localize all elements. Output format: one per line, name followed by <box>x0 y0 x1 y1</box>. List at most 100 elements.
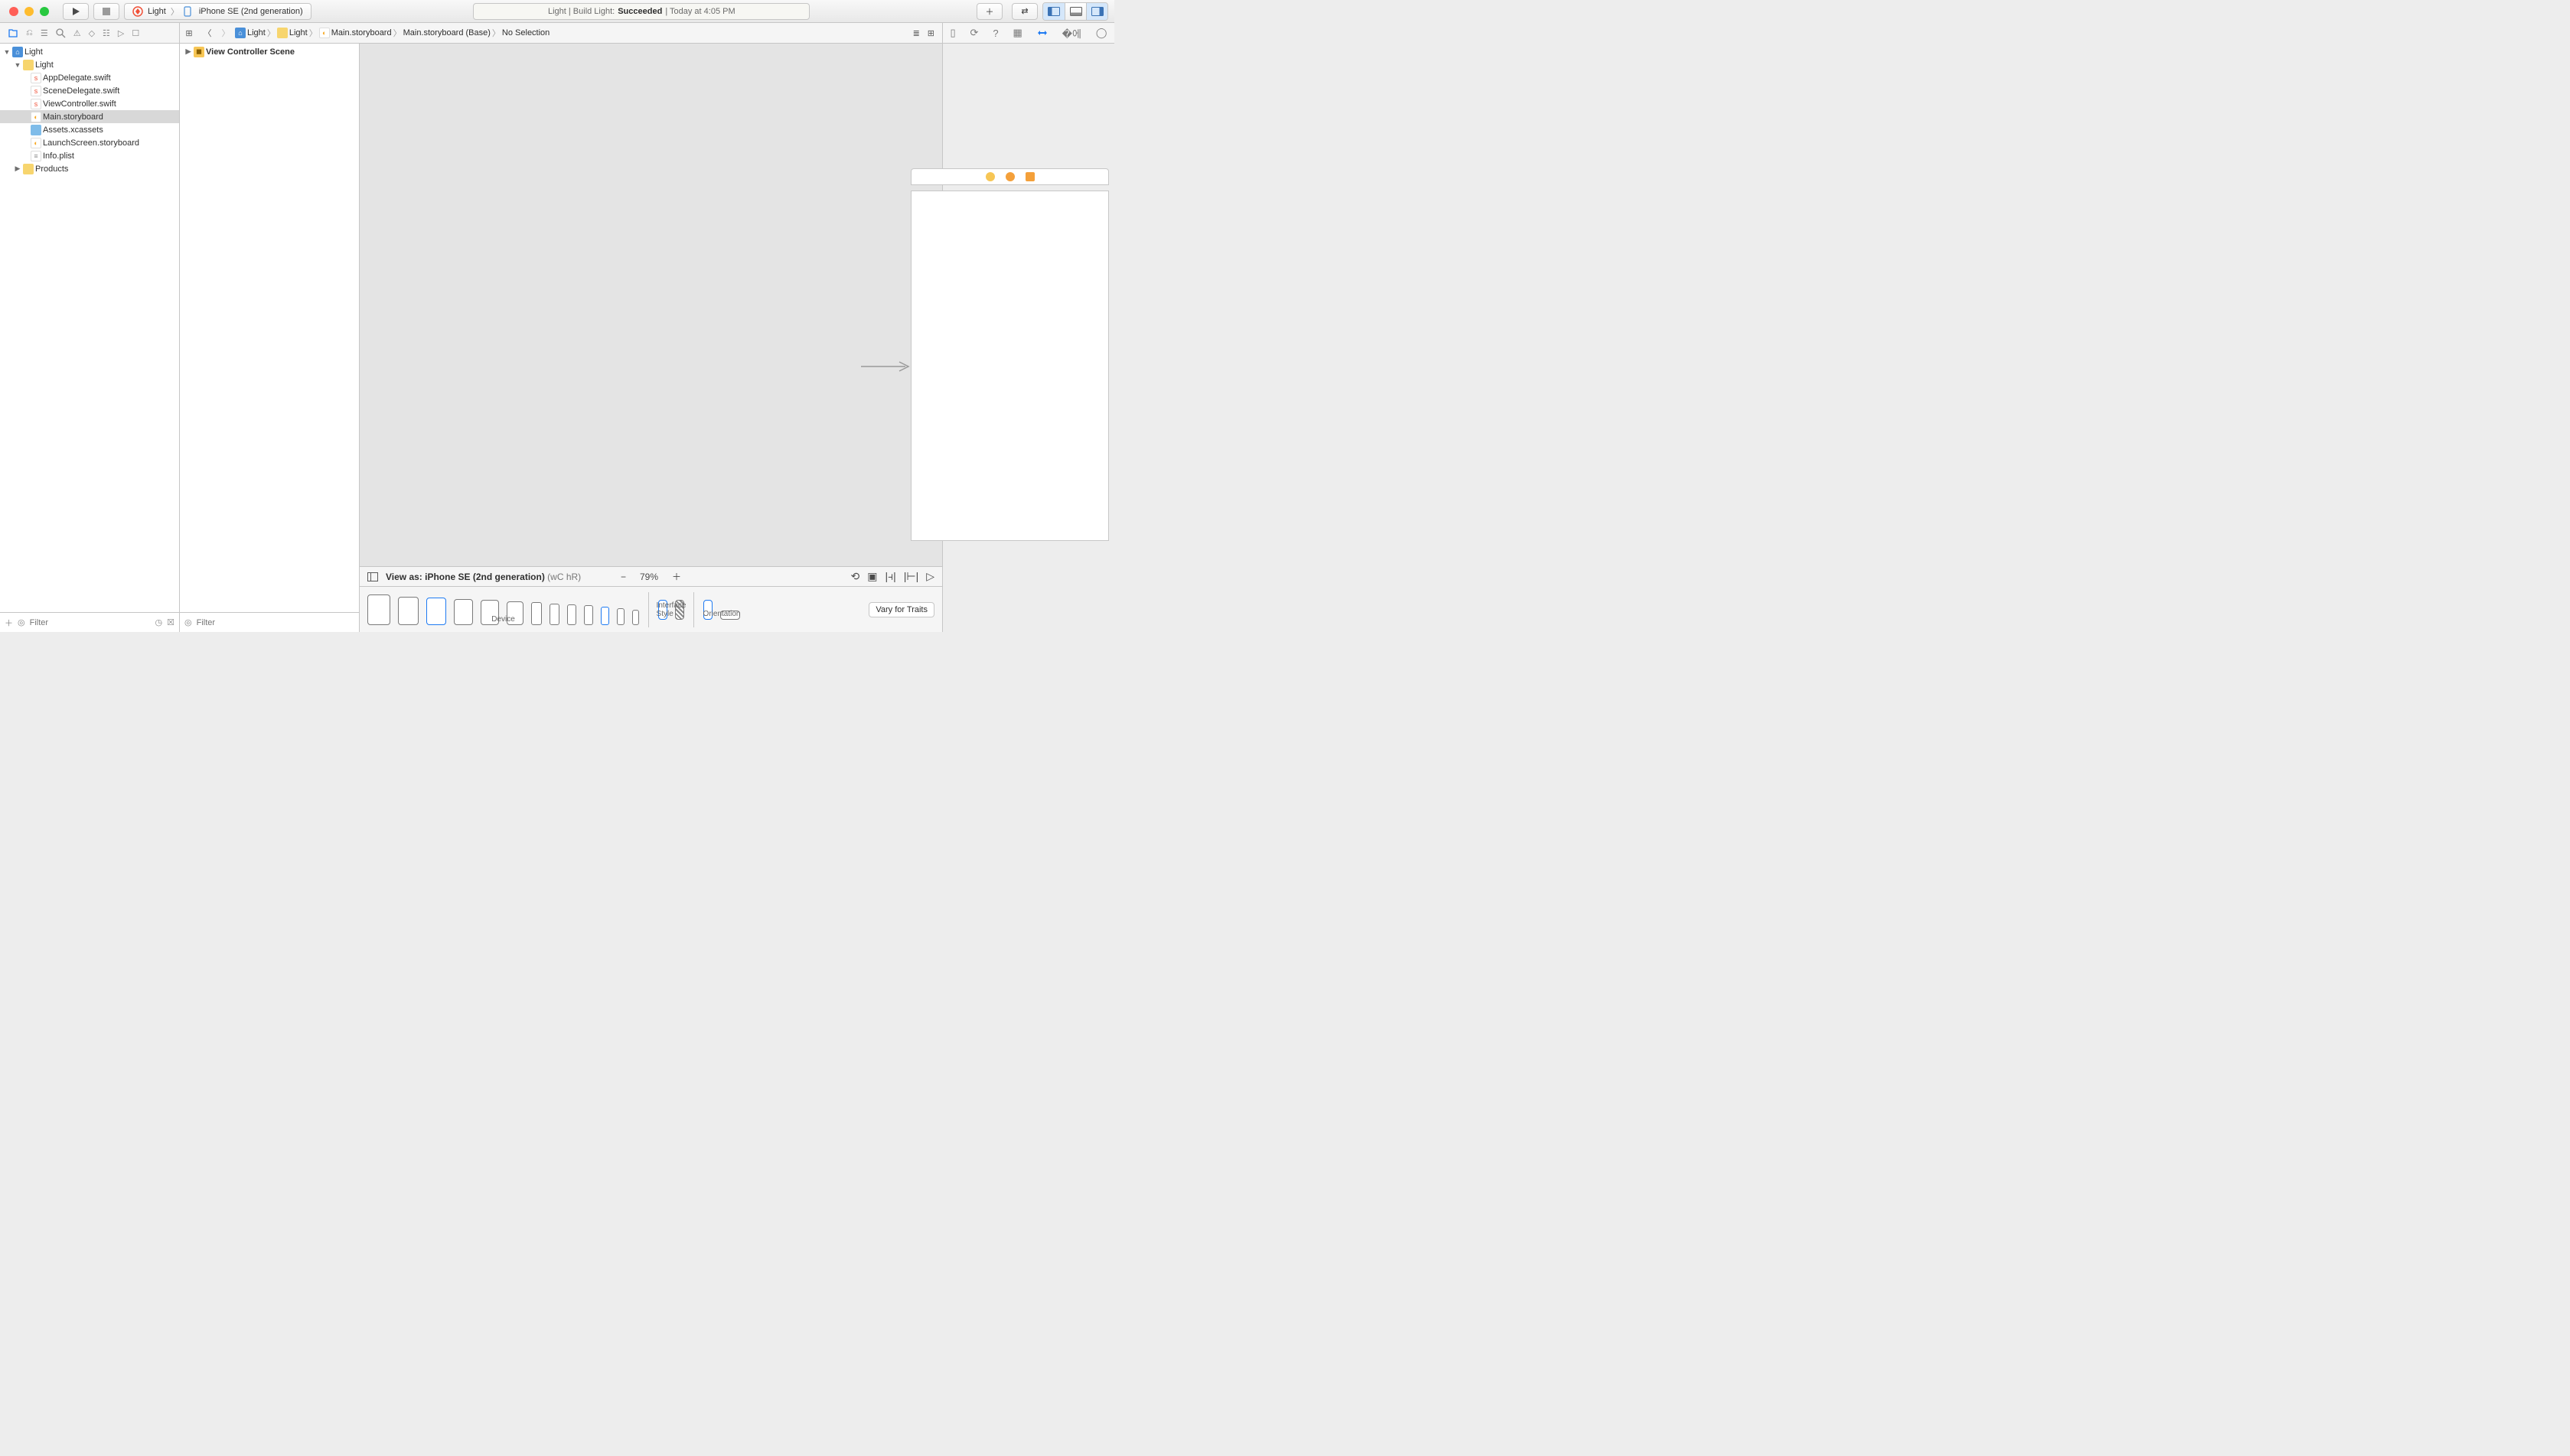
nav-back-button[interactable]: 〈 <box>198 27 217 39</box>
device-iphone-8[interactable] <box>617 608 625 625</box>
device-iphone-11[interactable] <box>550 604 559 625</box>
crumb-0[interactable]: Light <box>247 28 266 37</box>
file-row[interactable]: sViewController.swift <box>0 97 179 110</box>
history-inspector-icon[interactable]: ⟳ <box>970 27 979 39</box>
crumb-1[interactable]: Light <box>289 28 308 37</box>
minimize-window-icon[interactable] <box>24 7 34 16</box>
issue-nav-icon[interactable]: ⚠ <box>73 28 81 38</box>
debug-nav-icon[interactable]: ☷ <box>103 28 110 38</box>
code-review-button[interactable]: ⇄ <box>1012 3 1038 20</box>
test-nav-icon[interactable]: ◇ <box>89 28 95 38</box>
recent-filter-icon[interactable]: ◷ <box>155 617 163 627</box>
align-icon[interactable]: |⫞| <box>885 570 895 583</box>
vary-for-traits-button[interactable]: Vary for Traits <box>869 602 934 617</box>
navigator-filter-input[interactable] <box>30 618 151 627</box>
titlebar: Light 〉 iPhone SE (2nd generation) Light… <box>0 0 1114 23</box>
zoom-in-button[interactable]: ＋ <box>672 570 681 583</box>
canvas-scroll[interactable] <box>360 44 942 566</box>
storyboard-canvas[interactable]: View as: iPhone SE (2nd generation) (wC … <box>360 44 942 632</box>
device-ipad[interactable] <box>454 599 473 625</box>
report-nav-icon[interactable]: ☐ <box>132 28 139 38</box>
device-iphone-max[interactable] <box>531 602 542 625</box>
exit-object-icon[interactable] <box>1026 172 1035 181</box>
first-responder-object-icon[interactable] <box>1006 172 1015 181</box>
crumb-4[interactable]: No Selection <box>502 28 550 37</box>
file-row[interactable]: ≡Info.plist <box>0 149 179 162</box>
outline-filter-input[interactable] <box>197 618 354 627</box>
symbol-nav-icon[interactable]: ☰ <box>41 28 48 38</box>
breakpoint-nav-icon[interactable]: ▷ <box>118 28 124 38</box>
view-as-label[interactable]: View as: iPhone SE (2nd generation) (wC … <box>386 572 581 582</box>
zoom-level[interactable]: 79% <box>640 572 658 582</box>
close-window-icon[interactable] <box>9 7 18 16</box>
view-controller-object-icon[interactable] <box>986 172 995 181</box>
outline-filter-icon[interactable]: ◎ <box>184 617 192 627</box>
attributes-inspector-icon[interactable] <box>1037 28 1048 38</box>
editor-bar: ⊞ 〈 〉 ⌂ Light〉 Light〉 ◐ Main.storyboard〉… <box>180 23 942 43</box>
editor-options-icon[interactable]: ≣ <box>913 28 920 38</box>
sb-file-icon: ◐ <box>31 112 41 122</box>
scene-dock[interactable] <box>911 168 1109 185</box>
device-iphone-se[interactable] <box>601 607 609 625</box>
help-inspector-icon[interactable]: ? <box>993 28 998 39</box>
file-row[interactable]: sSceneDelegate.swift <box>0 84 179 97</box>
status-prefix: Light | Build Light: <box>548 7 615 16</box>
resolve-issues-icon[interactable]: ▷ <box>926 570 934 583</box>
pin-icon[interactable]: |⊢| <box>904 570 918 583</box>
device-icon <box>184 6 194 17</box>
related-items-button[interactable]: ⊞ <box>180 28 198 38</box>
device-ipad-pro-11[interactable] <box>398 597 419 625</box>
device-iphone-8plus[interactable] <box>584 605 593 625</box>
project-nav-icon[interactable] <box>8 28 18 38</box>
find-nav-icon[interactable] <box>56 28 66 38</box>
file-row[interactable]: ◐Main.storyboard <box>0 110 179 123</box>
outline-scene-label: View Controller Scene <box>206 47 295 57</box>
connections-inspector-icon[interactable]: ◯ <box>1096 27 1107 39</box>
tree-group[interactable]: Light <box>35 60 54 70</box>
library-button[interactable]: ＋ <box>977 3 1003 20</box>
toggle-inspector-button[interactable] <box>1086 3 1107 20</box>
embed-in-icon[interactable]: ▣ <box>867 570 877 583</box>
crumb-2[interactable]: Main.storyboard <box>331 28 392 37</box>
tree-products[interactable]: Products <box>35 164 68 174</box>
scheme-selector[interactable]: Light 〉 iPhone SE (2nd generation) <box>124 3 311 20</box>
filter-scope-icon[interactable]: ◎ <box>18 617 25 627</box>
scm-filter-icon[interactable]: ☒ <box>167 617 174 627</box>
separator <box>648 592 649 627</box>
run-button[interactable] <box>63 3 89 20</box>
crumb-3[interactable]: Main.storyboard (Base) <box>403 28 491 37</box>
file-row[interactable]: Assets.xcassets <box>0 123 179 136</box>
stop-button[interactable] <box>93 3 119 20</box>
swift-file-icon: s <box>31 73 41 83</box>
outline-scene-row[interactable]: ▶◼ View Controller Scene <box>180 45 359 58</box>
device-iphone-4s[interactable] <box>632 610 639 625</box>
app-icon <box>132 6 143 17</box>
main-split: ▼⌂Light ▼Light sAppDelegate.swiftsSceneD… <box>0 44 1114 632</box>
project-icon: ⌂ <box>235 28 246 38</box>
status-result: Succeeded <box>618 7 662 16</box>
identity-inspector-icon[interactable]: ▦ <box>1013 27 1022 39</box>
activity-pill[interactable]: Light | Build Light: Succeeded | Today a… <box>473 3 810 20</box>
device-ipad-air[interactable] <box>426 598 446 625</box>
file-tree[interactable]: ▼⌂Light ▼Light sAppDelegate.swiftsSceneD… <box>0 44 179 612</box>
file-inspector-icon[interactable]: ▯ <box>950 27 955 39</box>
breadcrumb[interactable]: ⌂ Light〉 Light〉 ◐ Main.storyboard〉 Main.… <box>235 27 550 39</box>
tree-project[interactable]: Light <box>24 47 43 57</box>
toggle-outline-icon[interactable] <box>367 572 378 581</box>
nav-forward-button[interactable]: 〉 <box>217 27 235 39</box>
add-file-icon[interactable]: ＋ <box>5 617 13 629</box>
file-row[interactable]: sAppDelegate.swift <box>0 71 179 84</box>
size-inspector-icon[interactable]: �에 <box>1062 26 1081 41</box>
zoom-window-icon[interactable] <box>40 7 49 16</box>
zoom-out-button[interactable]: − <box>621 572 626 582</box>
device-iphone-pro[interactable] <box>567 604 576 625</box>
toggle-debug-area-button[interactable] <box>1065 3 1086 20</box>
toggle-navigator-button[interactable] <box>1043 3 1065 20</box>
source-control-nav-icon[interactable]: ⎌ <box>26 28 33 38</box>
file-row[interactable]: ◐LaunchScreen.storyboard <box>0 136 179 149</box>
update-frames-icon[interactable]: ⟲ <box>851 570 860 583</box>
view-controller-view[interactable] <box>911 191 1109 541</box>
navigator-filter-bar: ＋ ◎ ◷ ☒ <box>0 612 179 632</box>
device-ipad-pro-12[interactable] <box>367 594 390 625</box>
add-editor-icon[interactable]: ⊞ <box>928 28 934 38</box>
